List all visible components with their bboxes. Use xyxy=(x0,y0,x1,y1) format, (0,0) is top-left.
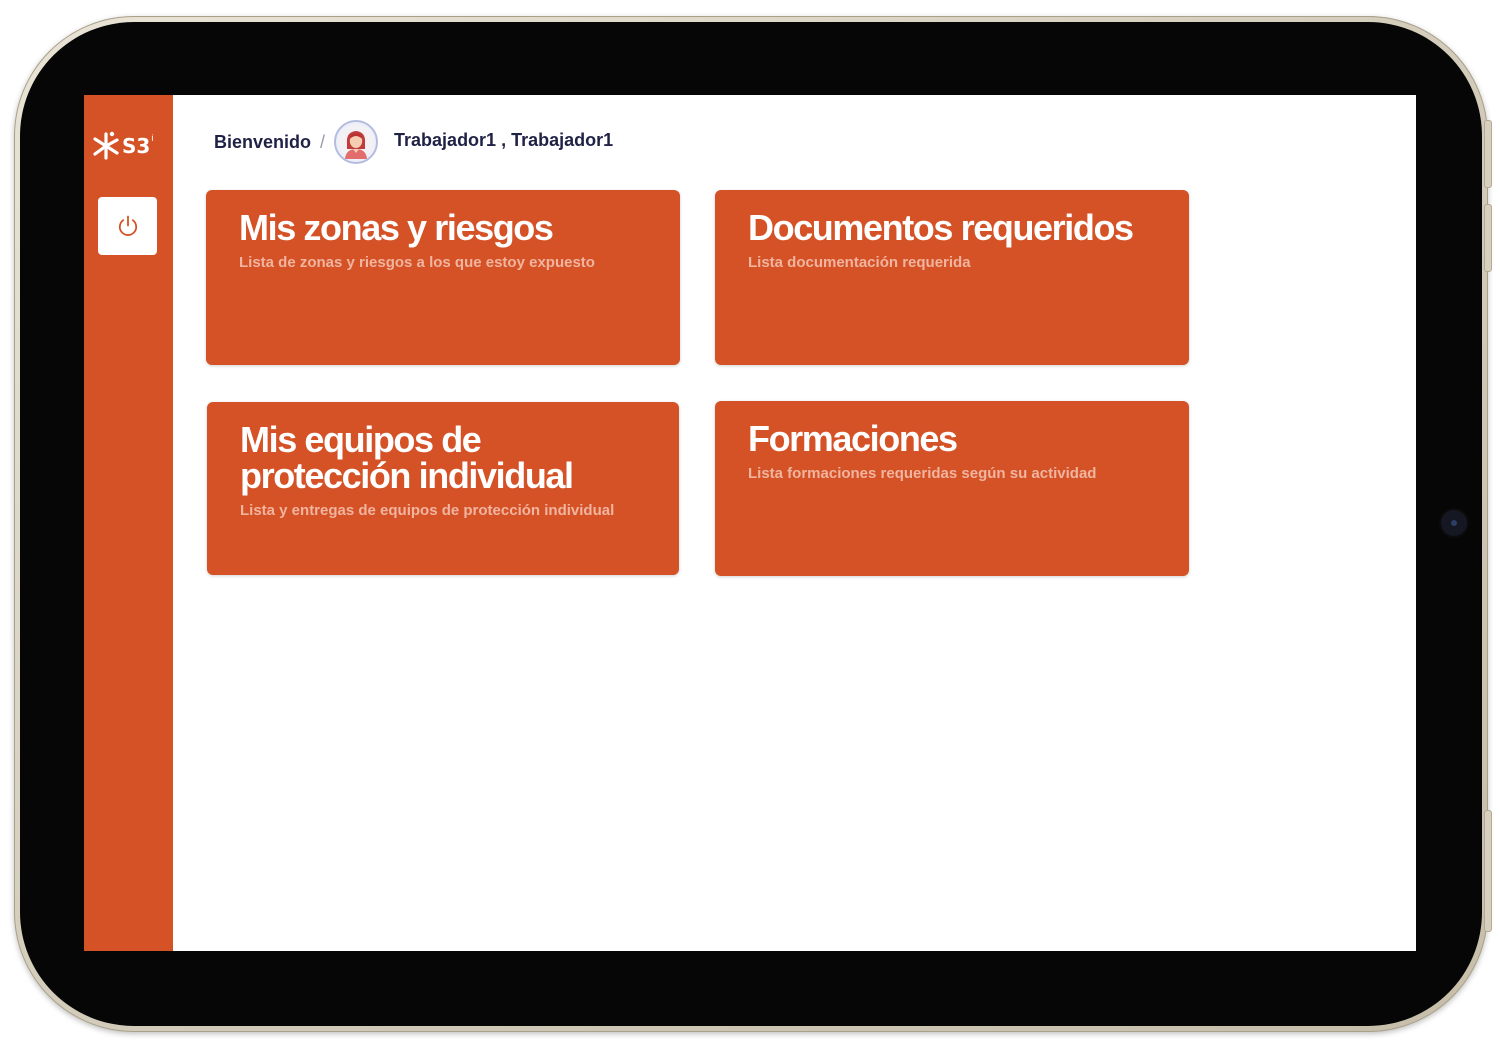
app-screen: S3 i Bienvenido / Trabajador1 , Trabajad… xyxy=(84,95,1416,951)
front-camera xyxy=(1441,510,1467,536)
sidebar: S3 i xyxy=(84,95,173,951)
user-avatar-icon xyxy=(339,125,374,159)
card-title: Mis equipos de protección individual xyxy=(240,419,574,496)
card-subtitle: Lista y entregas de equipos de protecció… xyxy=(240,502,615,519)
logo-superscript: i xyxy=(151,133,154,143)
card-mis-zonas-riesgos[interactable]: Mis zonas y riesgos Lista de zonas y rie… xyxy=(206,190,680,365)
volume-up-button xyxy=(1484,120,1492,188)
card-subtitle: Lista documentación requerida xyxy=(748,254,971,271)
logout-button[interactable] xyxy=(98,197,157,255)
logo-text: S3 xyxy=(122,134,151,158)
volume-down-button xyxy=(1484,204,1492,272)
card-title: Formaciones xyxy=(748,418,958,459)
breadcrumb-separator: / xyxy=(320,131,326,152)
side-power-button xyxy=(1484,810,1492,932)
power-icon xyxy=(118,215,137,236)
card-title: Documentos requeridos xyxy=(748,207,1134,248)
card-documentos-requeridos[interactable]: Documentos requeridos Lista documentació… xyxy=(715,190,1189,365)
s3i-logo: S3 i xyxy=(92,129,164,163)
breadcrumb: Bienvenido / Trabajador1 , Trabajador1 xyxy=(214,119,613,165)
welcome-text: Bienvenido xyxy=(214,131,312,152)
user-avatar[interactable] xyxy=(334,120,379,164)
user-name: Trabajador1 , Trabajador1 xyxy=(394,129,614,150)
logo-mark-icon xyxy=(93,131,119,160)
card-title: Mis zonas y riesgos xyxy=(239,207,554,248)
card-formaciones[interactable]: Formaciones Lista formaciones requeridas… xyxy=(715,401,1189,576)
card-subtitle: Lista de zonas y riesgos a los que estoy… xyxy=(239,254,595,271)
card-mis-equipos-proteccion[interactable]: Mis equipos de protección individual Lis… xyxy=(207,402,679,575)
card-subtitle: Lista formaciones requeridas según su ac… xyxy=(748,465,1097,482)
